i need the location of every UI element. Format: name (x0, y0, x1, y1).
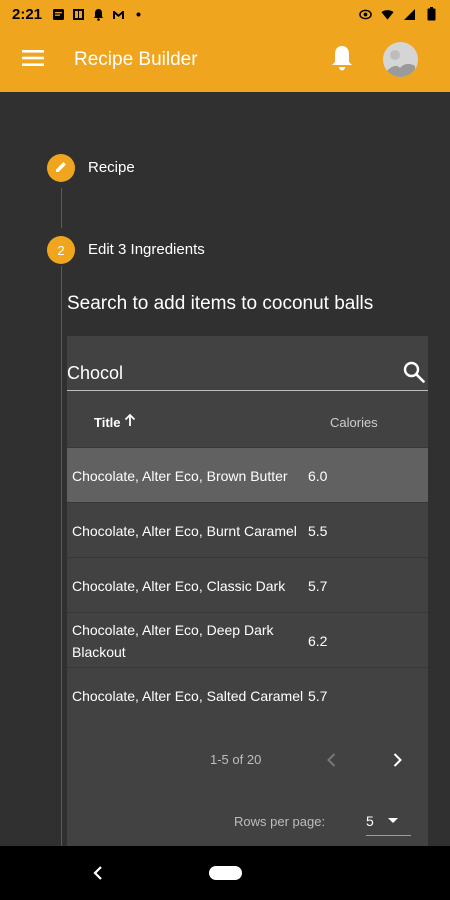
chevron-right-icon (385, 753, 409, 776)
rows-per-page-select[interactable]: 5 (366, 806, 411, 836)
step-2-badge[interactable]: 2 (47, 236, 75, 264)
step-2-number: 2 (57, 242, 65, 258)
arrow-up-icon (124, 413, 136, 430)
pagination-range: 1-5 of 20 (210, 752, 262, 767)
table-row[interactable]: Chocolate, Alter Eco, Deep Dark Blackout… (67, 612, 428, 667)
status-bar: 2:21 (0, 0, 450, 28)
row-calories: 5.7 (308, 687, 328, 704)
pencil-icon (54, 160, 68, 177)
avatar[interactable] (383, 42, 418, 77)
menu-button[interactable] (22, 36, 70, 84)
battery-icon (425, 7, 438, 21)
row-title: Chocolate, Alter Eco, Salted Caramel (72, 687, 304, 704)
message-icon (52, 8, 65, 21)
search-input[interactable] (67, 358, 397, 388)
hamburger-menu-icon (22, 49, 44, 71)
back-button[interactable] (88, 863, 108, 883)
rows-per-page-value: 5 (366, 812, 374, 829)
system-nav-bar (0, 846, 450, 900)
step-1-label[interactable]: Recipe (88, 159, 135, 176)
row-calories: 5.7 (308, 577, 328, 594)
column-header-title[interactable]: Title (94, 413, 136, 430)
search-heading: Search to add items to coconut balls (67, 293, 374, 314)
notification-icon (92, 8, 105, 21)
search-button[interactable] (402, 360, 426, 384)
row-title: Chocolate, Alter Eco, Burnt Caramel (72, 522, 297, 539)
next-page-button[interactable] (385, 748, 409, 772)
table-row[interactable]: Chocolate, Alter Eco, Salted Caramel 5.7 (67, 667, 428, 722)
vibrate-icon (359, 8, 372, 21)
stepper-connector (61, 266, 62, 846)
app-bar: Recipe Builder (0, 28, 450, 92)
search-icon (402, 361, 426, 388)
status-left-icons (52, 8, 145, 21)
row-title: Chocolate, Alter Eco, Brown Butter (72, 467, 288, 484)
table-row[interactable]: Chocolate, Alter Eco, Burnt Caramel 5.5 (67, 502, 428, 557)
search-underline (67, 390, 428, 391)
row-calories: 6.2 (308, 632, 328, 649)
row-calories: 6.0 (308, 467, 328, 484)
row-calories: 5.5 (308, 522, 328, 539)
back-icon (88, 866, 108, 887)
signal-icon (403, 8, 416, 21)
status-right-icons (359, 7, 438, 21)
column-header-calories[interactable]: Calories (330, 415, 378, 430)
column-title-label: Title (94, 414, 121, 430)
home-pill-icon[interactable] (209, 866, 242, 880)
dropdown-arrow-icon (387, 818, 398, 823)
main-content: Recipe 2 Edit 3 Ingredients Search to ad… (0, 92, 450, 846)
notifications-button[interactable] (326, 42, 358, 78)
app-title: Recipe Builder (74, 49, 198, 70)
status-time: 2:21 (12, 5, 43, 23)
bell-icon (330, 44, 354, 77)
row-title: Chocolate, Alter Eco, Classic Dark (72, 577, 286, 594)
step-1-badge[interactable] (47, 154, 75, 182)
gmail-icon (112, 8, 125, 21)
ingredient-search-card: Title Calories Chocolate, Alter Eco, Bro… (67, 336, 428, 846)
row-title: Chocolate, Alter Eco, Deep Dark Blackout (72, 621, 274, 660)
step-2-label[interactable]: Edit 3 Ingredients (88, 241, 205, 258)
wifi-icon (381, 8, 394, 21)
table-row[interactable]: Chocolate, Alter Eco, Classic Dark 5.7 (67, 557, 428, 612)
dot-icon (132, 8, 145, 21)
news-icon (72, 8, 85, 21)
table-row[interactable]: Chocolate, Alter Eco, Brown Butter 6.0 (67, 447, 428, 502)
chevron-left-icon (320, 753, 344, 776)
rows-per-page-label: Rows per page: (234, 814, 326, 829)
stepper-connector (61, 188, 62, 228)
previous-page-button[interactable] (320, 748, 344, 772)
